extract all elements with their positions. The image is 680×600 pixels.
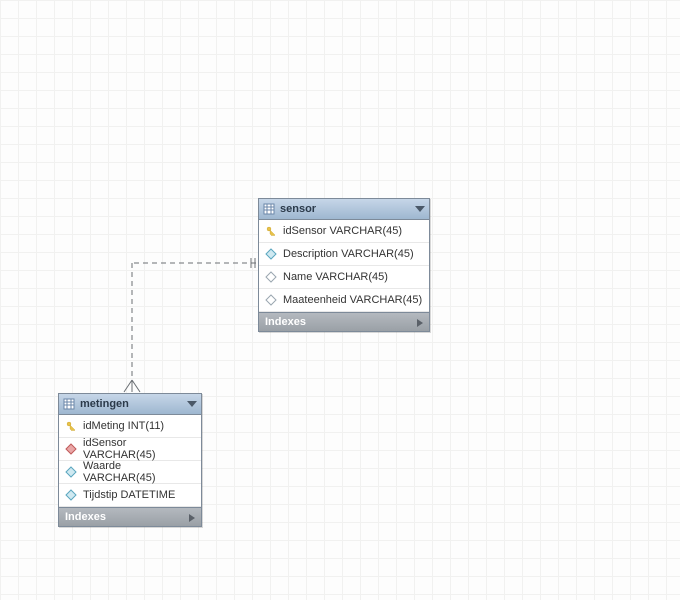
column-label: Tijdstip DATETIME [83, 489, 175, 501]
column-label: Name VARCHAR(45) [283, 271, 388, 283]
indexes-bar[interactable]: Indexes [59, 507, 201, 526]
diamond-fk-icon [65, 443, 77, 455]
column-label: idSensor VARCHAR(45) [83, 437, 195, 461]
diamond-icon [65, 489, 77, 501]
table-icon [263, 203, 275, 215]
indexes-label: Indexes [265, 316, 306, 328]
diamond-icon [265, 294, 277, 306]
key-icon [265, 225, 277, 237]
column-row[interactable]: Name VARCHAR(45) [259, 266, 429, 289]
column-label: idMeting INT(11) [83, 420, 164, 432]
entity-metingen-title: metingen [80, 398, 187, 410]
collapse-icon[interactable] [187, 401, 197, 407]
entity-metingen-header[interactable]: metingen [59, 394, 201, 415]
indexes-bar[interactable]: Indexes [259, 312, 429, 331]
diamond-icon [265, 271, 277, 283]
key-icon [65, 420, 77, 432]
table-icon [63, 398, 75, 410]
chevron-right-icon [417, 319, 423, 327]
column-label: Maateenheid VARCHAR(45) [283, 294, 422, 306]
column-row[interactable]: Description VARCHAR(45) [259, 243, 429, 266]
diamond-icon [265, 248, 277, 260]
relationship-line [120, 256, 265, 396]
chevron-right-icon [189, 514, 195, 522]
entity-sensor[interactable]: sensor idSensor VARCHAR(45) Description … [258, 198, 430, 332]
indexes-label: Indexes [65, 511, 106, 523]
entity-sensor-title: sensor [280, 203, 415, 215]
column-label: Description VARCHAR(45) [283, 248, 414, 260]
diamond-icon [65, 466, 77, 478]
column-row[interactable]: Maateenheid VARCHAR(45) [259, 289, 429, 312]
entity-sensor-header[interactable]: sensor [259, 199, 429, 220]
column-label: Waarde VARCHAR(45) [83, 460, 195, 484]
column-row[interactable]: idSensor VARCHAR(45) [59, 438, 201, 461]
column-row[interactable]: Tijdstip DATETIME [59, 484, 201, 507]
column-label: idSensor VARCHAR(45) [283, 225, 402, 237]
column-row[interactable]: idSensor VARCHAR(45) [259, 220, 429, 243]
er-diagram-canvas[interactable]: sensor idSensor VARCHAR(45) Description … [0, 0, 680, 600]
collapse-icon[interactable] [415, 206, 425, 212]
column-row[interactable]: Waarde VARCHAR(45) [59, 461, 201, 484]
entity-metingen[interactable]: metingen idMeting INT(11) idSensor VARCH… [58, 393, 202, 527]
column-row[interactable]: idMeting INT(11) [59, 415, 201, 438]
